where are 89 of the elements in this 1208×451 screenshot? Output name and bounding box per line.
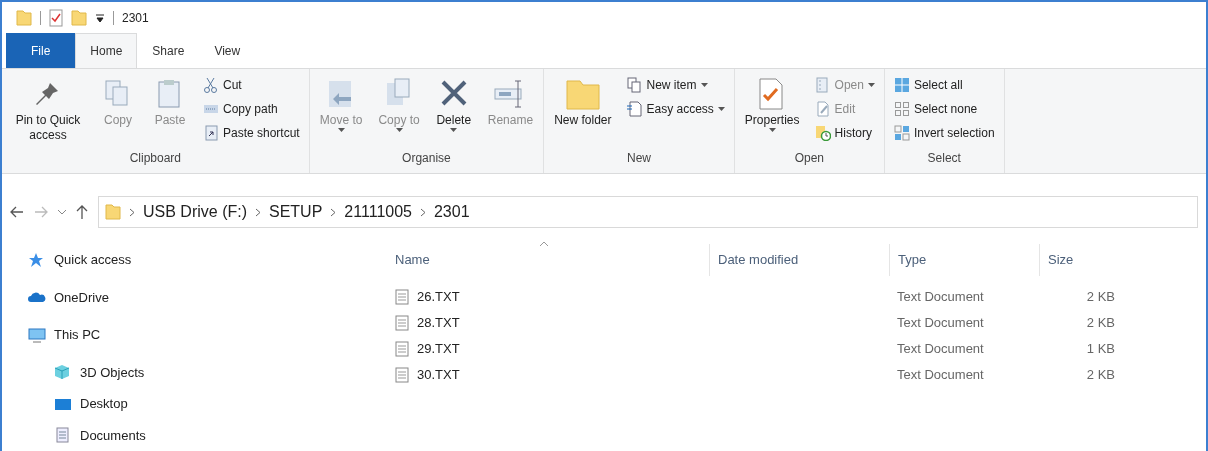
ribbon-button[interactable]: Paste shortcut [200,123,303,143]
chevron-right-icon [330,207,337,217]
sidebar-item[interactable]: Desktop [2,388,128,420]
chevron-right-icon [255,207,261,217]
file-size: 1 KB [1085,339,1116,358]
ribbon-button[interactable]: Delete [431,75,476,134]
ribbon-button[interactable]: Pin to Quick access [8,75,88,145]
file-name[interactable]: 28.TXT [417,312,460,333]
sidebar-item[interactable]: Documents [2,419,146,451]
ribbon-button[interactable]: Copy path [200,99,303,119]
sidebar-item[interactable]: This PC [2,319,101,351]
sort-ascending-icon [539,240,549,247]
breadcrumb-item[interactable]: 21111005 [344,200,412,224]
window-title: 2301 [122,9,149,27]
file-type: Text Document [896,313,985,332]
group-label: New [625,150,652,167]
caret-icon [450,128,458,132]
folder-icon [564,77,601,113]
file-size: 2 KB [1085,365,1116,384]
checklist-icon [49,8,63,27]
open-icon [814,77,831,93]
ribbon-tab[interactable]: View [199,33,256,68]
file-name[interactable]: 26.TXT [417,286,460,307]
monitor-icon [28,326,46,343]
group-label: Clipboard [128,150,183,167]
file-size: 2 KB [1085,287,1116,306]
file-size: 2 KB [1085,313,1116,332]
ribbon-button[interactable]: Invert selection [890,123,998,143]
caret-icon [337,128,345,132]
edit-icon [814,101,831,117]
column-header[interactable]: Size [1039,244,1139,276]
group-label: Select [926,150,962,167]
shortcut-icon [203,125,219,141]
caret-icon [700,83,708,87]
new-item-icon [626,77,643,93]
up-icon [76,205,88,219]
ribbon-button[interactable]: New item [623,75,728,95]
breadcrumb-item[interactable]: USB Drive (F:) [143,200,247,224]
caret-icon [395,128,403,132]
breadcrumb-item[interactable]: SETUP [269,200,323,224]
group-label: Organise [401,150,452,167]
invert-selection-icon [893,125,910,141]
file-type: Text Document [896,339,985,358]
chevron-right-icon [419,207,426,217]
ribbon-tab[interactable]: Share [137,33,200,68]
ribbon-button[interactable]: History [811,123,878,143]
caret-icon [768,128,776,132]
chevron-right-icon [129,207,135,217]
text-file-icon [395,288,409,305]
column-header[interactable]: Name [387,244,709,276]
caret-icon [867,83,875,87]
sidebar-item[interactable]: OneDrive [2,281,109,313]
group-label: Open [793,150,826,167]
text-file-icon [395,340,409,357]
file-type: Text Document [896,365,985,384]
address-bar[interactable]: USB Drive (F:) SETUP 21111005 2301 [98,196,1198,228]
ribbon-button[interactable]: Select all [890,75,998,95]
ribbon-button[interactable]: Properties [740,75,804,134]
ribbon-tab[interactable]: File [6,33,76,68]
text-file-icon [395,366,409,383]
breadcrumb-item[interactable]: 2301 [433,200,470,224]
ribbon-button[interactable]: Easy access [623,99,728,119]
ribbon-tab[interactable]: Home [75,33,138,68]
select-all-icon [893,77,910,93]
column-header[interactable]: Date modified [709,244,889,276]
sidebar-item[interactable]: Quick access [2,244,132,276]
folder-icon [71,8,87,27]
text-file-icon [395,314,409,331]
dropdown-icon [95,12,105,23]
back-icon [10,206,24,218]
folder-icon [105,203,121,221]
file-name[interactable]: 29.TXT [417,338,460,359]
cube-icon [54,364,72,381]
select-none-icon [893,101,910,117]
scissors-icon [203,77,219,93]
document-icon [54,427,72,444]
ribbon-button[interactable]: New folder [550,75,616,130]
sidebar-item[interactable]: 3D Objects [2,356,145,388]
ribbon-button[interactable]: Select none [890,99,998,119]
column-header[interactable]: Type [889,244,1039,276]
caret-icon [717,107,725,111]
ribbon-button[interactable]: Cut [200,75,303,95]
file-name[interactable]: 30.TXT [417,364,460,385]
easy-access-icon [626,101,643,117]
folder-icon [16,8,32,27]
file-type: Text Document [896,287,985,306]
history-icon [814,125,831,141]
chevron-down-icon [58,209,66,215]
forward-icon [34,206,48,218]
